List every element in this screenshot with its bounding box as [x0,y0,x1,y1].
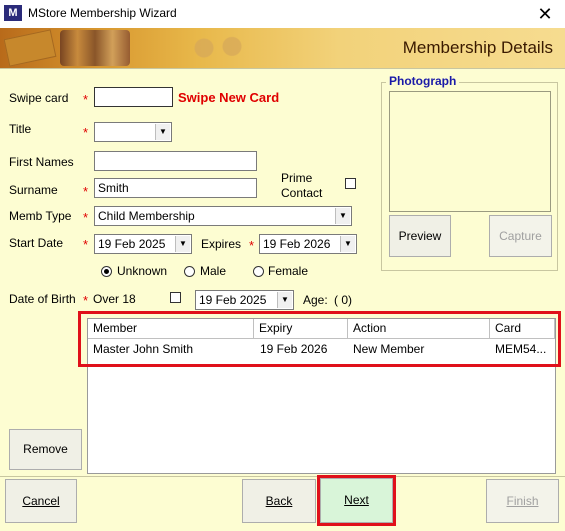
required-marker: * [249,238,255,253]
gender-female-radio[interactable] [253,266,264,277]
age-value: ( 0) [334,293,352,307]
close-icon[interactable]: ✕ [531,2,559,26]
first-names-input[interactable] [94,151,257,171]
family-image [60,30,130,66]
swipe-card-input[interactable] [94,87,173,107]
decorative-image [180,32,260,64]
photograph-title: Photograph [386,74,460,88]
app-icon: M [4,5,22,21]
membership-wizard-window: M MStore Membership Wizard ✕ Membership … [0,0,565,531]
back-button-label: Back [265,494,293,508]
title-select[interactable]: ▼ [94,122,172,142]
chevron-down-icon[interactable]: ▼ [335,208,350,224]
prime-contact-checkbox[interactable] [345,178,356,189]
prime-contact-label-2: Contact [281,186,323,200]
age-label: Age: [303,293,328,307]
chevron-down-icon[interactable]: ▼ [155,124,170,140]
chevron-down-icon[interactable]: ▼ [277,292,292,308]
required-marker: * [83,92,89,107]
expires-date-picker[interactable]: 19 Feb 2026 ▼ [259,234,357,254]
gender-male-radio[interactable] [184,266,195,277]
expires-date-value: 19 Feb 2026 [263,237,331,251]
memb-type-label: Memb Type [9,209,72,223]
chevron-down-icon[interactable]: ▼ [175,236,190,252]
start-date-label: Start Date [9,236,64,250]
memb-type-value: Child Membership [98,209,195,223]
remove-button[interactable]: Remove [9,429,82,470]
required-marker: * [83,125,89,140]
dob-label: Date of Birth [9,292,76,306]
memb-type-select[interactable]: Child Membership ▼ [94,206,352,226]
gender-male-label: Male [200,264,227,278]
chevron-down-icon[interactable]: ▼ [340,236,355,252]
footer-divider [0,476,565,477]
prime-contact-label: Prime [281,171,313,185]
expires-label: Expires [201,237,242,251]
start-date-value: 19 Feb 2025 [98,237,166,251]
gender-unknown-label: Unknown [117,264,168,278]
cancel-button[interactable]: Cancel [5,479,77,523]
required-marker: * [83,237,89,252]
start-date-picker[interactable]: 19 Feb 2025 ▼ [94,234,192,254]
back-button[interactable]: Back [242,479,316,523]
capture-button[interactable]: Capture [489,215,552,257]
swipe-new-card-text: Swipe New Card [178,90,280,105]
next-highlight-box [317,475,396,526]
window-title: MStore Membership Wizard [28,6,177,20]
store-card-image [3,29,57,67]
title-bar: M MStore Membership Wizard ✕ [0,0,565,28]
finish-button[interactable]: Finish [486,479,559,523]
over-18-checkbox[interactable] [170,292,181,303]
cancel-button-label: Cancel [22,494,60,508]
required-marker: * [83,210,89,225]
surname-label: Surname [9,183,58,197]
swipe-card-label: Swipe card [9,91,69,105]
first-names-label: First Names [9,155,74,169]
gender-female-label: Female [268,264,309,278]
surname-input[interactable]: Smith [94,178,257,198]
title-label: Title [9,122,32,136]
dob-date-picker[interactable]: 19 Feb 2025 ▼ [195,290,294,310]
required-marker: * [83,293,89,308]
finish-button-label: Finish [506,494,539,508]
page-title: Membership Details [402,38,553,57]
required-marker: * [83,184,89,199]
gender-unknown-radio[interactable] [101,266,112,277]
over-18-label: Over 18 [93,292,136,306]
photograph-preview-area [389,91,551,212]
header-divider [0,68,565,69]
header-banner: Membership Details [0,28,565,68]
preview-button[interactable]: Preview [389,215,451,257]
grid-highlight-box [78,311,561,367]
dob-value: 19 Feb 2025 [199,293,267,307]
